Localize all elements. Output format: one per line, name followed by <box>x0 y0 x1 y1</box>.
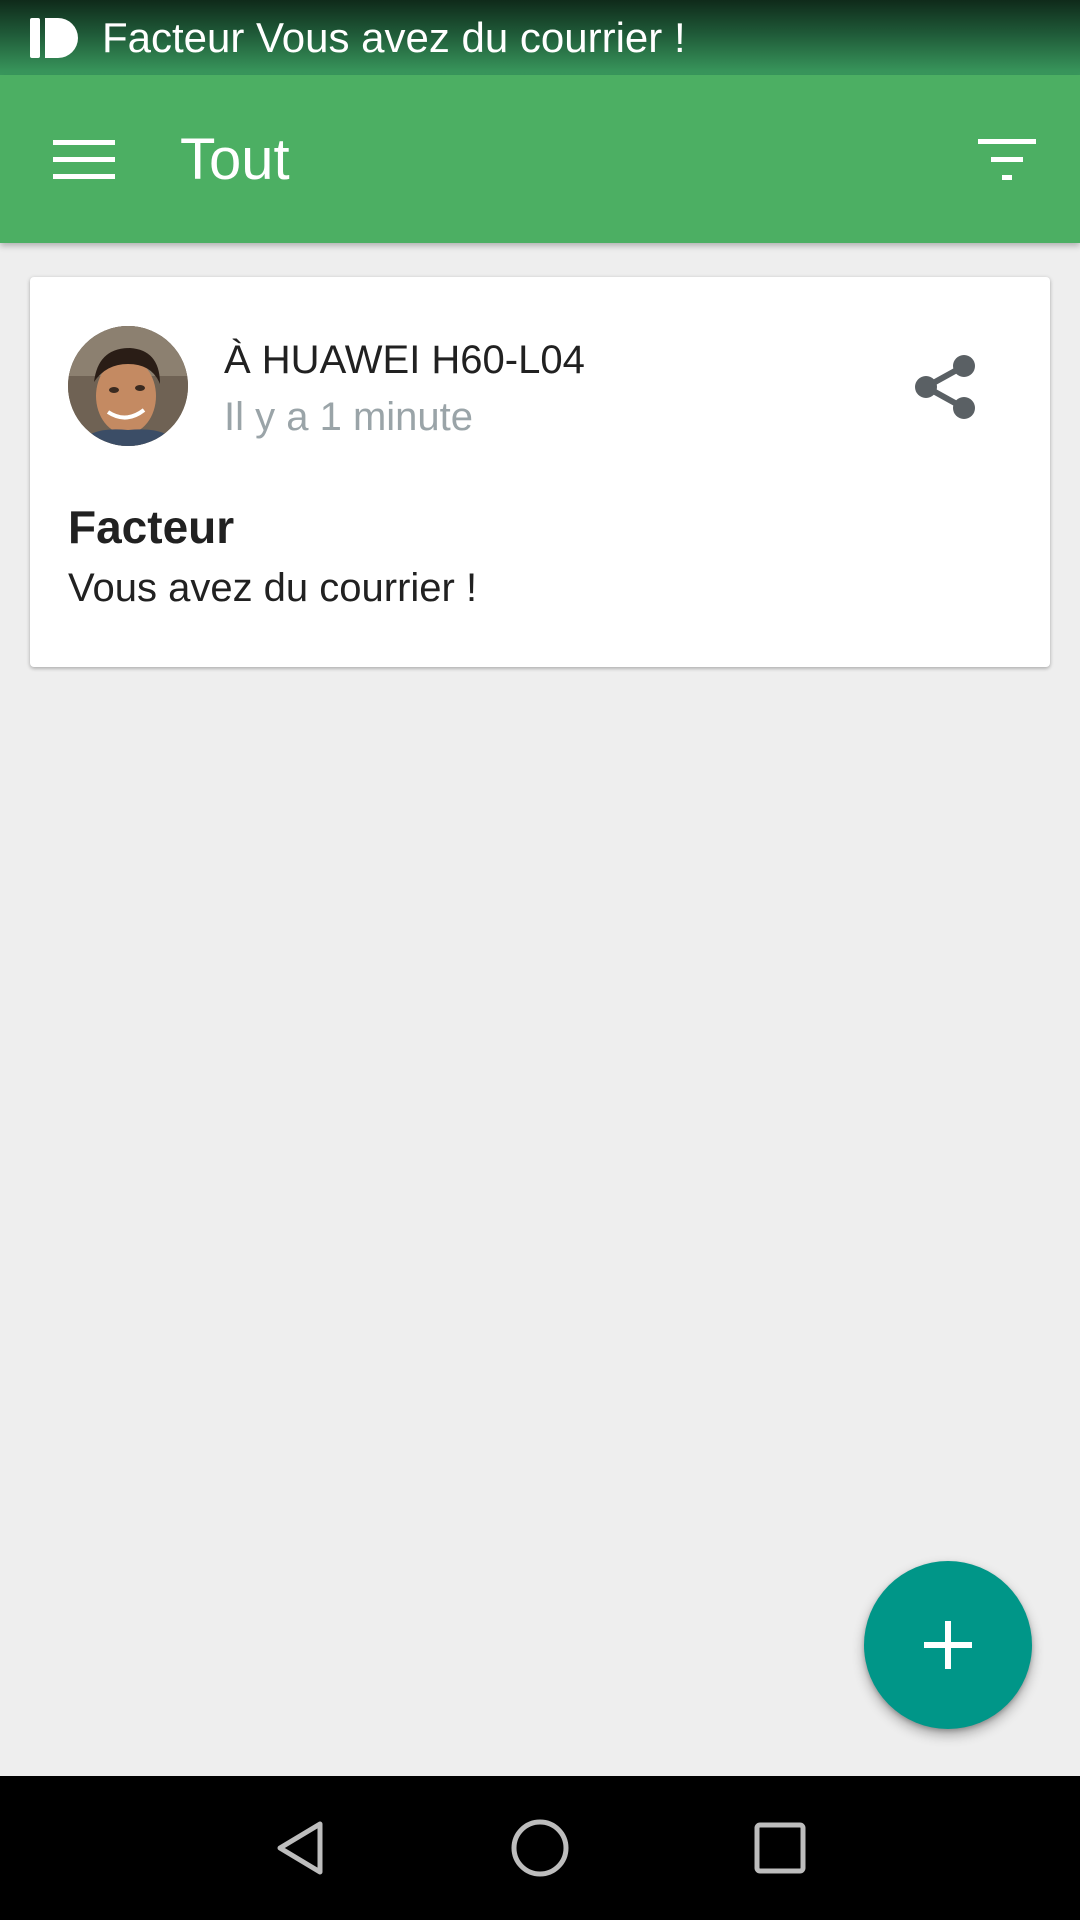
push-timestamp: Il y a 1 minute <box>224 395 474 439</box>
status-notification-text: Facteur Vous avez du courrier ! <box>102 14 686 61</box>
back-triangle-icon[interactable] <box>268 1816 332 1880</box>
avatar <box>68 326 188 446</box>
status-bar: Facteur Vous avez du courrier ! <box>0 0 1080 75</box>
filter-list-icon[interactable] <box>978 137 1036 183</box>
share-icon[interactable] <box>910 352 980 422</box>
home-circle-icon[interactable] <box>508 1816 572 1880</box>
user-avatar-image <box>68 326 188 446</box>
push-recipient: À HUAWEI H60-L04 <box>224 338 585 382</box>
page-title: Tout <box>180 127 290 192</box>
new-push-fab-button[interactable] <box>864 1561 1032 1729</box>
recent-apps-square-icon[interactable] <box>748 1816 812 1880</box>
push-card[interactable]: À HUAWEI H60-L04 Il y a 1 minute Facteur… <box>30 277 1050 667</box>
hamburger-menu-icon[interactable] <box>53 140 115 180</box>
push-body: Vous avez du courrier ! <box>68 566 478 610</box>
push-title: Facteur <box>68 501 235 553</box>
navigation-bar <box>0 1776 1080 1920</box>
plus-icon <box>924 1621 972 1669</box>
pushbullet-logo-icon <box>30 18 78 58</box>
app-bar: Tout <box>0 75 1080 243</box>
